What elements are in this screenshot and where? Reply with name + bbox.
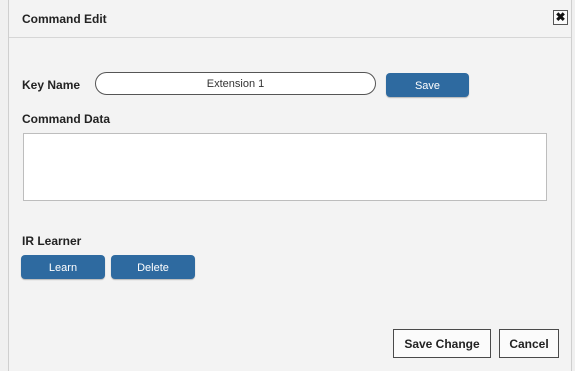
delete-button[interactable]: Delete (111, 255, 195, 279)
ir-learner-label: IR Learner (22, 234, 82, 248)
command-data-label: Command Data (22, 112, 111, 126)
dialog-title: Command Edit (22, 12, 107, 26)
learn-button[interactable]: Learn (21, 255, 105, 279)
key-name-input[interactable] (95, 72, 376, 95)
command-data-textarea[interactable] (23, 133, 547, 201)
key-name-label: Key Name (22, 78, 81, 92)
cancel-button[interactable]: Cancel (499, 329, 559, 358)
command-edit-dialog: Command Edit ✖ Key Name Save Command Dat… (8, 0, 572, 371)
save-change-button[interactable]: Save Change (393, 329, 491, 358)
dialog-titlebar: Command Edit ✖ (9, 0, 571, 38)
close-button[interactable]: ✖ (553, 10, 568, 25)
close-icon: ✖ (555, 10, 566, 24)
save-key-name-button[interactable]: Save (386, 73, 469, 97)
